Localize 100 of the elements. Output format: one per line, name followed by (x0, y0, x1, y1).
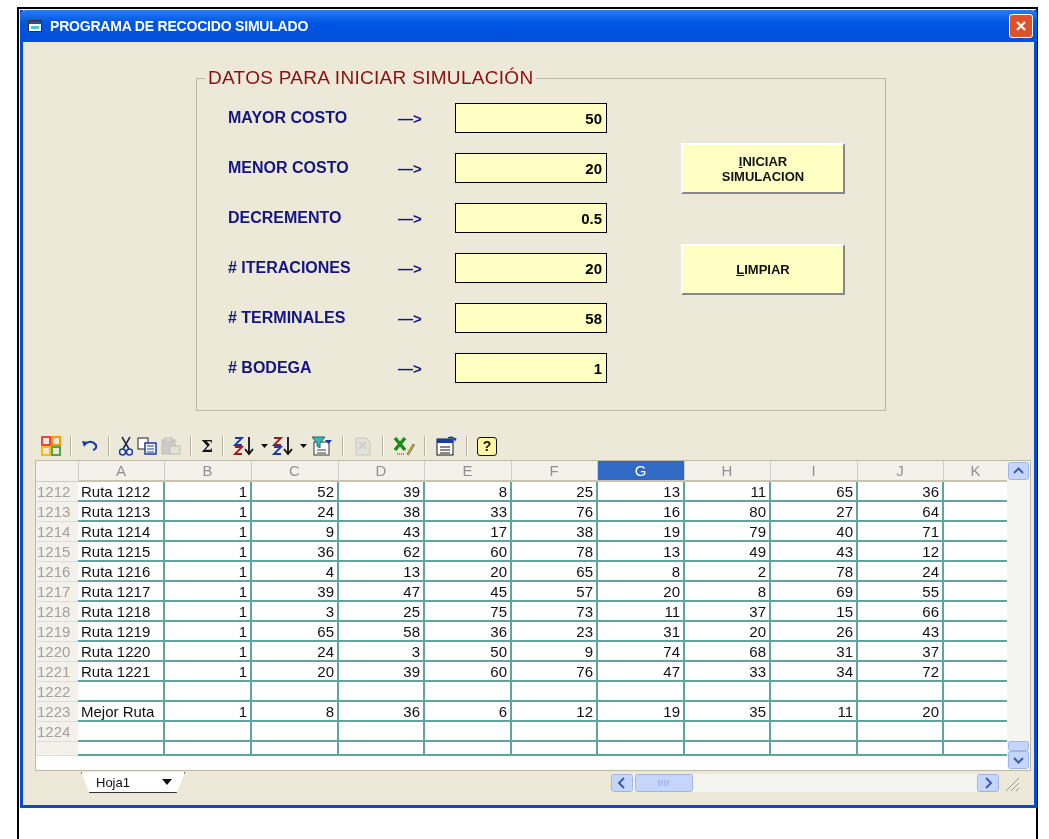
table-cell: 60 (490, 662, 507, 679)
scroll-down-button[interactable] (1008, 751, 1029, 769)
table-cell: 40 (836, 522, 853, 539)
column-header[interactable]: E (424, 461, 511, 481)
sheet-tab[interactable]: Hoja1 (81, 772, 185, 793)
input-field[interactable]: 1 (455, 353, 607, 383)
copy-icon[interactable] (137, 437, 157, 455)
office-icon[interactable] (41, 436, 61, 456)
table-cell: 17 (490, 522, 507, 539)
table-cell: 13 (663, 542, 680, 559)
action-button[interactable]: LIMPIAR (681, 244, 845, 295)
column-header[interactable]: H (684, 461, 770, 481)
table-cell: 1 (238, 702, 247, 719)
table-cell: Ruta 1215 (81, 542, 151, 559)
row-number[interactable]: 1224 (36, 721, 78, 741)
table-cell: 35 (749, 702, 766, 719)
table-cell: 24 (317, 502, 334, 519)
table-cell: 1 (238, 582, 247, 599)
row-number[interactable]: 1219 (36, 621, 78, 641)
table-cell: 8 (325, 702, 334, 719)
field-label: # BODEGA (228, 359, 313, 377)
column-header[interactable]: I (770, 461, 857, 481)
table-cell: 12 (922, 542, 939, 559)
action-button[interactable]: INICIAR SIMULACION (681, 143, 845, 194)
row-number[interactable]: 1216 (36, 561, 78, 581)
table-cell: 13 (403, 562, 420, 579)
table-cell: 66 (922, 602, 939, 619)
window-icon[interactable] (435, 436, 458, 456)
row-number[interactable]: 1217 (36, 581, 78, 601)
table-cell: 3 (411, 642, 420, 659)
table-cell: 58 (403, 622, 420, 639)
table-cell: 19 (663, 522, 680, 539)
column-header[interactable]: F (511, 461, 597, 481)
column-header[interactable]: A (78, 461, 164, 481)
input-field[interactable]: 20 (455, 253, 607, 283)
column-header[interactable]: K (943, 461, 1007, 481)
table-cell: 31 (663, 622, 680, 639)
input-field[interactable]: 0.5 (455, 203, 607, 233)
scroll-thumb[interactable] (635, 773, 693, 792)
table-cell: 27 (836, 502, 853, 519)
table-cell: 60 (490, 542, 507, 559)
excel-icon[interactable] (393, 436, 416, 456)
table-cell: 25 (576, 482, 593, 499)
dropdown-arrow-icon[interactable] (300, 444, 308, 448)
field-label: # TERMINALES (228, 309, 347, 327)
table-cell: 9 (584, 642, 593, 659)
table-cell: 73 (576, 602, 593, 619)
scroll-left-button[interactable] (611, 773, 633, 792)
row-number[interactable]: 1214 (36, 521, 78, 541)
table-cell: 11 (664, 602, 680, 619)
horizontal-scrollbar[interactable] (611, 773, 999, 792)
table-cell: 34 (836, 662, 853, 679)
input-field[interactable]: 58 (455, 303, 607, 333)
row-number[interactable]: 1212 (36, 481, 78, 501)
column-header[interactable]: J (857, 461, 943, 481)
help-icon[interactable]: ? (477, 436, 498, 456)
close-button[interactable] (1009, 14, 1033, 38)
row-number[interactable]: 1213 (36, 501, 78, 521)
sum-icon[interactable]: Σ (201, 436, 214, 456)
table-cell: 71 (922, 522, 939, 539)
arrow-label: —> (398, 309, 423, 327)
row-number[interactable]: 1221 (36, 661, 78, 681)
row-number[interactable]: 1223 (36, 701, 78, 721)
table-cell: 57 (576, 582, 593, 599)
table-cell: 6 (498, 702, 507, 719)
row-number[interactable]: 1218 (36, 601, 78, 621)
input-field[interactable]: 20 (455, 153, 607, 183)
dropdown-arrow-icon[interactable] (261, 444, 269, 448)
table-cell: 39 (317, 582, 334, 599)
table-cell: Ruta 1220 (81, 642, 151, 659)
caret-icon[interactable] (162, 779, 172, 785)
table-cell: 1 (238, 562, 247, 579)
app-icon (28, 20, 42, 32)
input-field[interactable]: 50 (455, 103, 607, 133)
table-cell: 8 (671, 562, 680, 579)
scroll-up-button[interactable] (1008, 462, 1029, 480)
table-cell: 33 (749, 662, 766, 679)
scroll-thumb[interactable] (1008, 741, 1029, 751)
row-number[interactable]: 1220 (36, 641, 78, 661)
column-header[interactable]: B (164, 461, 251, 481)
table-cell: 1 (238, 642, 247, 659)
table-cell: Ruta 1219 (81, 622, 151, 639)
table-cell: 75 (490, 602, 507, 619)
sort-ascending-icon[interactable] (233, 436, 256, 456)
scissors-icon[interactable] (119, 436, 133, 456)
table-cell: 47 (663, 662, 680, 679)
row-number[interactable]: 1215 (36, 541, 78, 561)
undo-icon[interactable] (81, 439, 99, 453)
column-header[interactable]: G (597, 461, 684, 481)
table-cell: 52 (317, 482, 334, 499)
vertical-scrollbar[interactable] (1007, 461, 1030, 770)
scroll-right-button[interactable] (977, 773, 999, 792)
column-header[interactable]: C (251, 461, 338, 481)
filter-icon[interactable] (311, 436, 334, 456)
column-header[interactable]: D (338, 461, 424, 481)
table-cell: Ruta 1214 (81, 522, 151, 539)
sort-descending-icon[interactable] (272, 436, 295, 456)
row-number[interactable]: 1222 (36, 681, 78, 701)
field-label: MAYOR COSTO (228, 109, 349, 127)
table-cell: 36 (317, 542, 334, 559)
